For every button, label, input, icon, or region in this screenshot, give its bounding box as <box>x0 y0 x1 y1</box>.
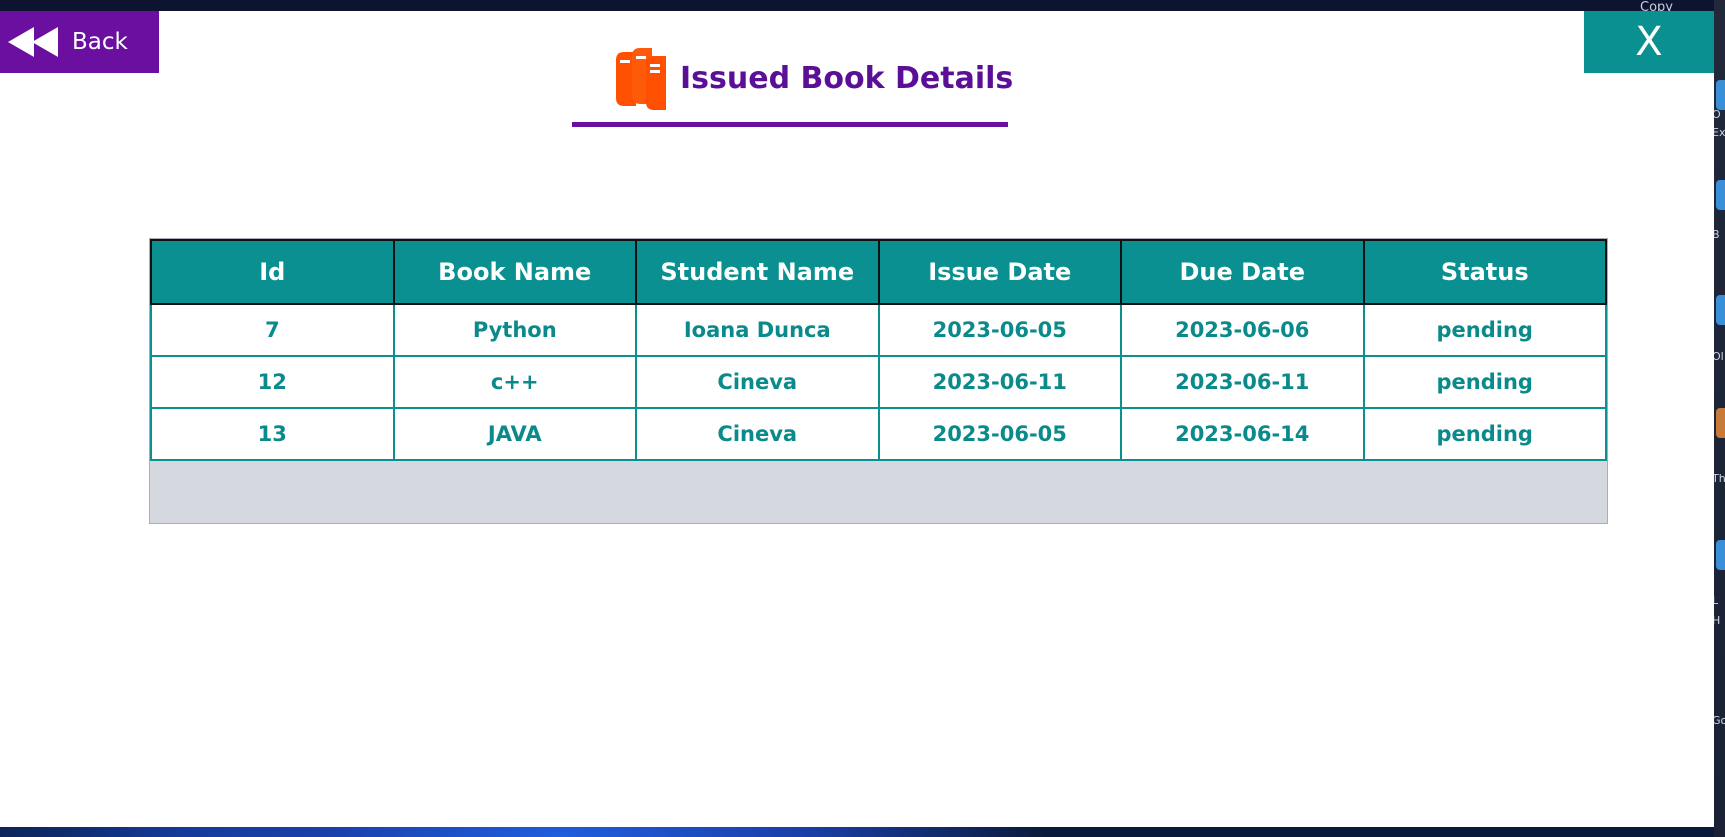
cell-status[interactable]: pending <box>1362 407 1607 461</box>
column-header-status[interactable]: Status <box>1362 239 1607 305</box>
column-header-issue-date[interactable]: Issue Date <box>877 239 1122 305</box>
table-row[interactable]: 13 JAVA Cineva 2023-06-05 2023-06-14 pen… <box>150 407 1607 461</box>
desktop-shortcut-icon[interactable] <box>1716 408 1725 438</box>
back-button[interactable]: Back <box>0 11 159 73</box>
cell-due-date[interactable]: 2023-06-11 <box>1120 355 1365 409</box>
page-header: Issued Book Details <box>572 33 1013 129</box>
books-icon <box>616 48 666 110</box>
cell-book-name[interactable]: JAVA <box>392 407 637 461</box>
title-underline <box>572 122 1008 127</box>
cell-book-name[interactable]: Python <box>392 303 637 357</box>
rewind-icon <box>8 27 58 57</box>
page-title: Issued Book Details <box>680 61 1014 96</box>
column-header-book-name[interactable]: Book Name <box>392 239 637 305</box>
cell-book-name[interactable]: c++ <box>392 355 637 409</box>
cell-id[interactable]: 12 <box>150 355 395 409</box>
issued-books-table: Id Book Name Student Name Issue Date Due… <box>150 239 1607 461</box>
table-row[interactable]: 12 c++ Cineva 2023-06-11 2023-06-11 pend… <box>150 355 1607 409</box>
column-header-student-name[interactable]: Student Name <box>635 239 880 305</box>
cell-id[interactable]: 7 <box>150 303 395 357</box>
cell-issue-date[interactable]: 2023-06-05 <box>877 407 1122 461</box>
desktop-shortcut-icon[interactable] <box>1716 295 1725 325</box>
issued-books-window: Back X Issued Book Details Id Book Name … <box>0 11 1714 827</box>
cell-status[interactable]: pending <box>1362 303 1607 357</box>
cell-status[interactable]: pending <box>1362 355 1607 409</box>
cell-id[interactable]: 13 <box>150 407 395 461</box>
cell-student-name[interactable]: Cineva <box>635 407 880 461</box>
column-header-due-date[interactable]: Due Date <box>1120 239 1365 305</box>
close-button[interactable]: X <box>1584 11 1714 73</box>
cell-due-date[interactable]: 2023-06-14 <box>1120 407 1365 461</box>
cell-issue-date[interactable]: 2023-06-05 <box>877 303 1122 357</box>
back-button-label: Back <box>72 29 128 55</box>
desktop-shortcut-icon[interactable] <box>1716 540 1725 570</box>
cell-student-name[interactable]: Cineva <box>635 355 880 409</box>
cell-issue-date[interactable]: 2023-06-11 <box>877 355 1122 409</box>
issued-books-table-area: Id Book Name Student Name Issue Date Due… <box>149 238 1608 524</box>
desktop-shortcut-icon[interactable] <box>1716 80 1725 110</box>
table-row[interactable]: 7 Python Ioana Dunca 2023-06-05 2023-06-… <box>150 303 1607 357</box>
cell-student-name[interactable]: Ioana Dunca <box>635 303 880 357</box>
cell-due-date[interactable]: 2023-06-06 <box>1120 303 1365 357</box>
table-header-row: Id Book Name Student Name Issue Date Due… <box>150 239 1607 305</box>
desktop-shortcut-icon[interactable] <box>1716 180 1725 210</box>
column-header-id[interactable]: Id <box>150 239 395 305</box>
